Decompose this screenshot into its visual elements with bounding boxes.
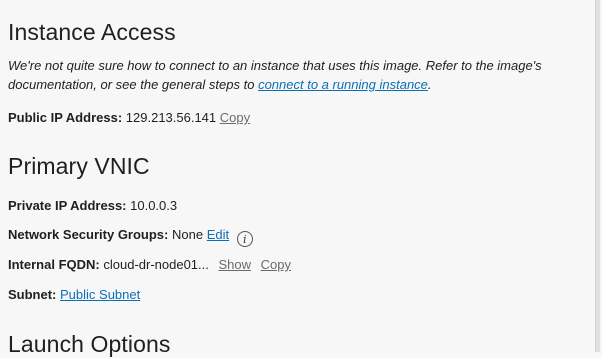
info-icon[interactable]: i bbox=[236, 231, 253, 247]
public-ip-row: Public IP Address: 129.213.56.141 Copy bbox=[8, 110, 250, 126]
primary-vnic-heading: Primary VNIC bbox=[8, 153, 150, 179]
copy-fqdn-button[interactable]: Copy bbox=[261, 257, 291, 272]
intro-end: . bbox=[427, 77, 432, 92]
edit-nsg-link[interactable]: Edit bbox=[207, 227, 229, 242]
scrollbar[interactable] bbox=[595, 0, 600, 352]
launch-options-heading: Launch Options bbox=[8, 331, 171, 357]
subnet-link[interactable]: Public Subnet bbox=[60, 287, 140, 302]
private-ip-label: Private IP Address: bbox=[8, 198, 127, 213]
instance-access-heading: Instance Access bbox=[8, 19, 176, 45]
private-ip-value: 10.0.0.3 bbox=[130, 198, 178, 213]
subnet-label: Subnet: bbox=[8, 287, 57, 302]
copy-public-ip-button[interactable]: Copy bbox=[220, 110, 250, 125]
fqdn-row: Internal FQDN: cloud-dr-node01... Show C… bbox=[8, 257, 291, 273]
public-ip-value: 129.213.56.141 bbox=[125, 110, 217, 125]
show-fqdn-button[interactable]: Show bbox=[219, 257, 252, 272]
nsg-label: Network Security Groups: bbox=[8, 227, 169, 242]
nsg-row: Network Security Groups: None Edit i bbox=[8, 227, 253, 247]
nsg-value: None bbox=[172, 227, 204, 242]
public-ip-label: Public IP Address: bbox=[8, 110, 123, 125]
private-ip-row: Private IP Address: 10.0.0.3 bbox=[8, 198, 177, 214]
fqdn-label: Internal FQDN: bbox=[8, 257, 100, 272]
connect-instance-link[interactable]: connect to a running instance bbox=[258, 77, 428, 92]
fqdn-value: cloud-dr-node01... bbox=[103, 257, 209, 272]
instance-access-intro: We're not quite sure how to connect to a… bbox=[8, 56, 588, 94]
subnet-row: Subnet: Public Subnet bbox=[8, 287, 140, 303]
